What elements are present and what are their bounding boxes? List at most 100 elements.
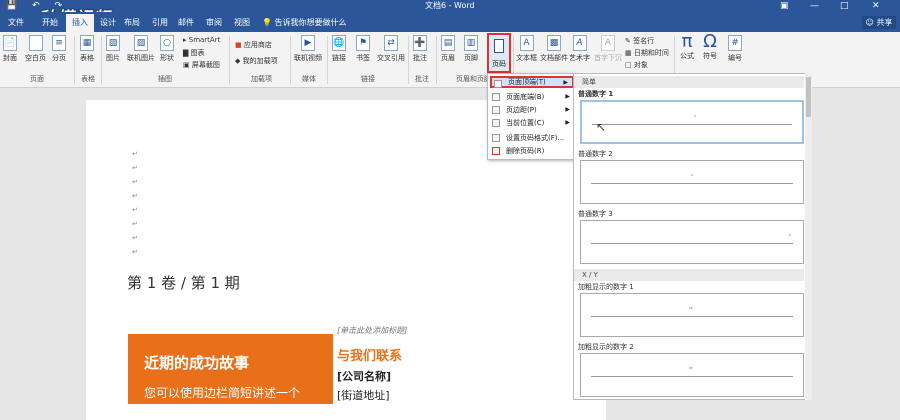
drop-cap-label: 首字下沉 (594, 54, 622, 62)
menu-label: 页面底端(B) (506, 93, 545, 101)
symbol-label: 符号 (703, 52, 717, 60)
header-line (591, 316, 793, 317)
menu-item-remove-page-numbers[interactable]: 删除页码(R) (490, 145, 574, 157)
menu-item-bottom-of-page[interactable]: 页面底端(B) ▶ (490, 91, 574, 103)
store-button[interactable]: ■ 应用商店 (235, 40, 272, 50)
ribbon-options-icon[interactable]: ▣ (780, 0, 789, 12)
menu-item-current-position[interactable]: 当前位置(C) ▶ (490, 117, 574, 129)
pictures-button[interactable]: ▧ 图片 (106, 35, 120, 63)
online-video-button[interactable]: ▶ 联机视频 (294, 35, 322, 63)
number-icon: # (728, 35, 742, 51)
menu-item-page-margins[interactable]: 页边距(P) ▶ (490, 104, 574, 116)
chart-icon: ▇ (183, 49, 189, 57)
cover-page-button[interactable]: 📄 封面 (3, 35, 17, 63)
format-page-numbers-icon (492, 134, 500, 142)
header-button[interactable]: ▤ 页眉 (441, 35, 455, 63)
text-box-button[interactable]: A 文本框 (516, 35, 537, 63)
gallery-item-plain-number-1[interactable]: ' (580, 100, 804, 144)
tab-references[interactable]: 引用 (152, 17, 168, 28)
tab-layout[interactable]: 布局 (124, 17, 140, 28)
my-addins-button[interactable]: ◆ 我的加载项 (235, 56, 278, 66)
tab-design[interactable]: 设计 (100, 17, 116, 28)
cover-page-icon: 📄 (3, 35, 17, 51)
wordart-button[interactable]: A 艺术字 (569, 35, 590, 63)
gallery-item-plain-number-3[interactable]: ' (580, 220, 804, 264)
scrollbar-thumb[interactable] (806, 77, 811, 117)
chart-button[interactable]: ▇ 图表 (183, 48, 205, 58)
tab-insert[interactable]: 插入 (66, 14, 94, 32)
group-label-header-footer: 页眉和页脚 (456, 75, 491, 83)
link-button[interactable]: 🌐 链接 (332, 35, 346, 63)
screenshot-icon: ▣ (183, 61, 190, 69)
menu-item-top-of-page[interactable]: 页面顶端(T) ▶ (490, 76, 574, 88)
comment-label: 批注 (413, 54, 427, 62)
sidebar-story-box[interactable]: 近期的成功故事 您可以使用边栏简短讲述一个 (128, 334, 333, 404)
gallery-item-label: 普通数字 3 (578, 210, 613, 218)
tab-home[interactable]: 开始 (42, 17, 58, 28)
ribbon-divider (408, 36, 409, 84)
number-button[interactable]: # 编号 (728, 35, 742, 63)
share-button[interactable]: ☺ 共享 (862, 16, 896, 29)
person-icon: ☺ (865, 18, 874, 27)
contact-heading[interactable]: 与我们联系 (337, 345, 402, 364)
page-break-button[interactable]: ≡ 分页 (52, 35, 66, 63)
pi-icon: π (681, 31, 693, 52)
lightbulb-icon: 💡 (262, 18, 272, 27)
paragraph-mark: ↵ (132, 178, 138, 186)
comment-button[interactable]: ➕ 批注 (413, 35, 427, 63)
ribbon-divider (101, 36, 102, 84)
screenshot-label: 屏幕截图 (191, 61, 220, 69)
screenshot-button[interactable]: ▣ 屏幕截图 (183, 60, 220, 70)
shapes-icon: ○ (160, 35, 174, 51)
header-line (592, 124, 792, 125)
gallery-item-label: 加粗显示的数字 1 (578, 283, 634, 291)
paragraph-mark: ↵ (132, 192, 138, 200)
quick-parts-button[interactable]: ▩ 文档部件 (540, 35, 568, 63)
tab-mailings[interactable]: 邮件 (178, 17, 194, 28)
minimize-icon[interactable]: — (810, 0, 819, 12)
group-label-comments: 批注 (415, 75, 429, 83)
object-button[interactable]: □ 对象 (625, 60, 648, 70)
smartart-button[interactable]: ▸ SmartArt (183, 36, 220, 44)
symbol-button[interactable]: Ω 符号 (703, 33, 717, 61)
page-number-button[interactable]: 页码 (487, 33, 511, 73)
calendar-icon: ▦ (625, 49, 632, 57)
maximize-icon[interactable]: □ (840, 0, 849, 12)
smartart-label: SmartArt (188, 36, 221, 44)
tell-me-text: 告诉我你想要做什么 (274, 18, 347, 27)
gallery-scrollbar[interactable] (805, 73, 812, 400)
online-pictures-button[interactable]: ▨ 联机图片 (127, 35, 155, 63)
tab-view[interactable]: 视图 (234, 17, 250, 28)
tab-file[interactable]: 文件 (8, 17, 24, 28)
gallery-item-label: 普通数字 1 (578, 90, 614, 98)
title-placeholder[interactable]: [单击此处添加标题] (337, 325, 407, 336)
bottom-of-page-icon (492, 93, 500, 101)
paragraph-mark: ↵ (132, 150, 138, 158)
cross-reference-button[interactable]: ⇄ 交叉引用 (377, 35, 405, 63)
shapes-button[interactable]: ○ 形状 (160, 35, 174, 63)
online-pictures-label: 联机图片 (127, 54, 155, 62)
menu-item-format-page-numbers[interactable]: 设置页码格式(F)... (490, 132, 574, 144)
page-number-label: 页码 (492, 60, 506, 68)
tell-me-search[interactable]: 💡 告诉我你想要做什么 (262, 17, 347, 28)
bookmark-label: 书签 (356, 54, 370, 62)
blank-page-button[interactable]: 空白页 (25, 35, 46, 63)
volume-heading[interactable]: 第 1 卷 / 第 1 期 (127, 272, 240, 293)
tab-review[interactable]: 审阅 (206, 17, 222, 28)
gallery-item-bold-number-2[interactable]: '' (580, 353, 804, 397)
gallery-item-bold-number-1[interactable]: '' (580, 293, 804, 337)
signature-line-button[interactable]: ✎ 签名行 (625, 36, 654, 46)
link-label: 链接 (332, 54, 346, 62)
company-name-field[interactable]: [公司名称] (337, 368, 391, 384)
footer-button[interactable]: ▥ 页脚 (464, 35, 478, 63)
date-time-button[interactable]: ▦ 日期和时间 (625, 48, 669, 58)
gallery-item-plain-number-2[interactable]: ' (580, 160, 804, 204)
close-icon[interactable]: ✕ (872, 0, 880, 12)
equation-button[interactable]: π 公式 (680, 33, 694, 61)
drop-cap-button[interactable]: A 首字下沉 (594, 35, 622, 63)
street-address-field[interactable]: [街道地址] (337, 387, 390, 403)
ribbon-divider (74, 36, 75, 84)
table-button[interactable]: ▦ 表格 (80, 35, 94, 63)
page-number-marker: '' (689, 366, 693, 374)
bookmark-button[interactable]: ⚑ 书签 (356, 35, 370, 63)
